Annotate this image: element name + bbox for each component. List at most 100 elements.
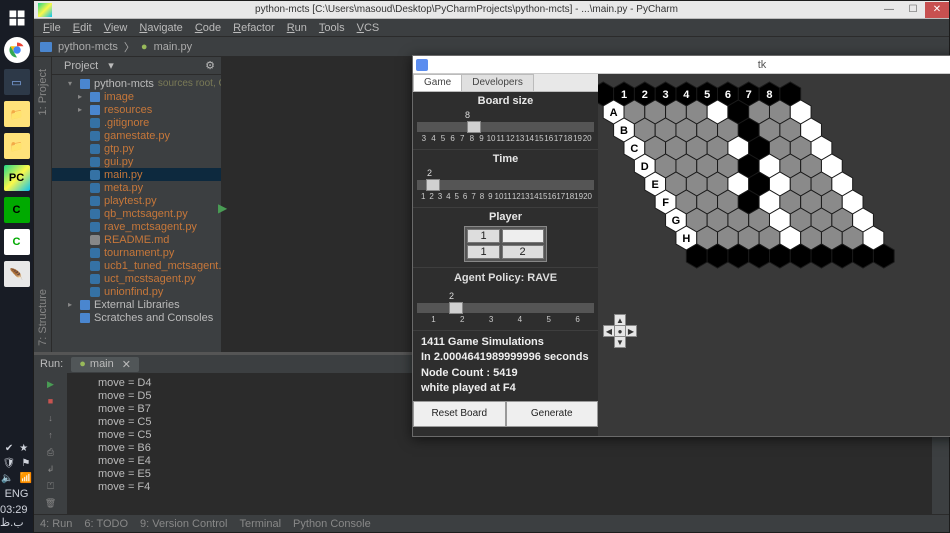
generate-button[interactable]: Generate xyxy=(506,401,599,427)
tree-item[interactable]: rave_mctsagent.py xyxy=(52,220,221,233)
svg-text:7: 7 xyxy=(746,89,752,101)
menu-code[interactable]: Code xyxy=(190,20,226,36)
status-item[interactable]: Terminal xyxy=(239,518,281,530)
agent-slider[interactable] xyxy=(417,303,594,313)
player-table[interactable]: 1 12 xyxy=(464,226,546,262)
maximize-button[interactable]: ☐ xyxy=(901,2,925,18)
tree-item[interactable]: ▾python-mcts sources root, C:\Users\maso… xyxy=(52,77,221,90)
game-panel: Game Developers Board size 8 34567891011… xyxy=(413,74,598,436)
sidebar-gear-icon[interactable]: ⚙ xyxy=(205,59,215,72)
tree-item[interactable]: unionfind.py xyxy=(52,285,221,298)
pycharm-logo-icon xyxy=(38,3,52,17)
project-tree: ▾python-mcts sources root, C:\Users\maso… xyxy=(52,75,221,326)
tree-item[interactable]: Scratches and Consoles xyxy=(52,311,221,324)
svg-text:G: G xyxy=(672,215,681,227)
filter-icon[interactable]: ⏍ xyxy=(44,479,58,493)
tree-item[interactable]: README.md xyxy=(52,233,221,246)
tab-game[interactable]: Game xyxy=(413,74,462,91)
status-item[interactable]: 9: Version Control xyxy=(140,518,227,530)
tray-icon[interactable]: ✔ xyxy=(5,443,13,454)
start-button[interactable] xyxy=(4,5,30,31)
print-icon[interactable]: ⎙ xyxy=(44,445,58,459)
time-label: Time xyxy=(417,153,594,165)
taskbar-icon[interactable]: ▭ xyxy=(4,69,30,95)
svg-text:8: 8 xyxy=(766,89,772,101)
tray-clock[interactable]: 03:29 ب.ظ xyxy=(0,504,33,529)
tree-item[interactable]: gui.py xyxy=(52,155,221,168)
svg-text:B: B xyxy=(620,125,628,137)
boardsize-slider[interactable] xyxy=(417,122,594,132)
run-toolbar: ▶ ■ ↓ ↑ ⎙ ↲ ⏍ 🗑 xyxy=(34,373,68,514)
menu-edit[interactable]: Edit xyxy=(68,20,97,36)
menu-navigate[interactable]: Navigate xyxy=(134,20,187,36)
tree-item[interactable]: ▸External Libraries xyxy=(52,298,221,311)
tk-titlebar: tk —☐✕ xyxy=(413,56,950,74)
tree-item[interactable]: .gitignore xyxy=(52,116,221,129)
tree-item[interactable]: tournament.py xyxy=(52,246,221,259)
sidebar-header: Project ▾ ⚙ xyxy=(52,57,221,75)
taskbar-chrome-icon[interactable] xyxy=(4,37,30,63)
taskbar-pycharm-icon[interactable]: PC xyxy=(4,165,30,191)
menu-view[interactable]: View xyxy=(99,20,133,36)
tree-item[interactable]: gamestate.py xyxy=(52,129,221,142)
agent-value: 2 xyxy=(417,291,594,301)
stop-icon[interactable]: ■ xyxy=(44,394,58,408)
close-button[interactable]: ✕ xyxy=(925,2,949,18)
tree-item[interactable]: gtp.py xyxy=(52,142,221,155)
agent-policy-label: Agent Policy: RAVE xyxy=(413,268,598,288)
menu-tools[interactable]: Tools xyxy=(314,20,350,36)
status-item[interactable]: Python Console xyxy=(293,518,371,530)
window-controls: — ☐ ✕ xyxy=(877,2,949,18)
menubar: FileEditViewNavigateCodeRefactorRunTools… xyxy=(34,19,949,37)
tree-item[interactable]: meta.py xyxy=(52,181,221,194)
taskbar-explorer-icon[interactable]: 📁 xyxy=(4,101,30,127)
taskbar-cmder-icon[interactable]: C xyxy=(4,229,30,255)
tk-window: tk —☐✕ Game Developers Board size 8 xyxy=(412,55,950,437)
menu-vcs[interactable]: VCS xyxy=(352,20,385,36)
taskbar-tk-icon[interactable]: 🪶 xyxy=(4,261,30,287)
svg-text:A: A xyxy=(610,107,618,119)
hex-board[interactable]: 12345678ABCDEFGH xyxy=(598,74,950,436)
wrap-icon[interactable]: ↲ xyxy=(44,462,58,476)
gutter-run-icon[interactable]: ▶ xyxy=(218,201,227,215)
tray-lang[interactable]: ENG xyxy=(5,488,29,500)
tray-icon[interactable]: 📶 xyxy=(20,473,32,484)
gutter-project-tab[interactable]: 1: Project xyxy=(36,63,50,121)
left-tool-gutter: 1: Project 7: Structure xyxy=(34,57,52,352)
time-slider[interactable] xyxy=(417,180,594,190)
tray-icon[interactable]: 🔈 xyxy=(1,473,13,484)
reset-board-button[interactable]: Reset Board xyxy=(413,401,506,427)
tab-developers[interactable]: Developers xyxy=(461,74,534,91)
dpad[interactable]: ▲ ◀ ● ▶ ▼ xyxy=(603,314,637,348)
down-icon[interactable]: ↓ xyxy=(44,411,58,425)
taskbar-cmder-icon[interactable]: C xyxy=(4,197,30,223)
gutter-structure-tab[interactable]: 7: Structure xyxy=(36,283,50,352)
menu-file[interactable]: File xyxy=(38,20,66,36)
up-icon[interactable]: ↑ xyxy=(44,428,58,442)
tree-item[interactable]: main.py xyxy=(52,168,221,181)
chevron-down-icon[interactable]: ▾ xyxy=(108,59,114,72)
content-area: 1: Project 7: Structure Project ▾ ⚙ ▾pyt… xyxy=(34,57,949,352)
status-item[interactable]: 4: Run xyxy=(40,518,72,530)
tray-icon[interactable]: 🛡 xyxy=(3,458,16,469)
tree-item[interactable]: ucb1_tuned_mctsagent.py xyxy=(52,259,221,272)
tree-item[interactable]: qb_mctsagent.py xyxy=(52,207,221,220)
dpad-right[interactable]: ▶ xyxy=(625,325,637,337)
tree-item[interactable]: ▸image xyxy=(52,90,221,103)
taskbar-explorer-icon[interactable]: 📁 xyxy=(4,133,30,159)
menu-refactor[interactable]: Refactor xyxy=(228,20,280,36)
menu-run[interactable]: Run xyxy=(282,20,312,36)
minimize-button[interactable]: — xyxy=(877,2,901,18)
crumb-project[interactable]: python-mcts xyxy=(58,41,118,53)
dpad-down[interactable]: ▼ xyxy=(614,336,626,348)
tray-icon[interactable]: ★ xyxy=(19,443,28,454)
tray-icon[interactable]: ⚑ xyxy=(21,458,30,469)
tree-item[interactable]: uct_mcstsagent.py xyxy=(52,272,221,285)
crumb-file[interactable]: main.py xyxy=(154,41,193,53)
rerun-icon[interactable]: ▶ xyxy=(44,377,58,391)
tree-item[interactable]: ▸resources xyxy=(52,103,221,116)
trash-icon[interactable]: 🗑 xyxy=(44,496,58,510)
tree-item[interactable]: playtest.py xyxy=(52,194,221,207)
run-tab-main[interactable]: ●main✕ xyxy=(71,357,139,372)
status-item[interactable]: 6: TODO xyxy=(84,518,128,530)
